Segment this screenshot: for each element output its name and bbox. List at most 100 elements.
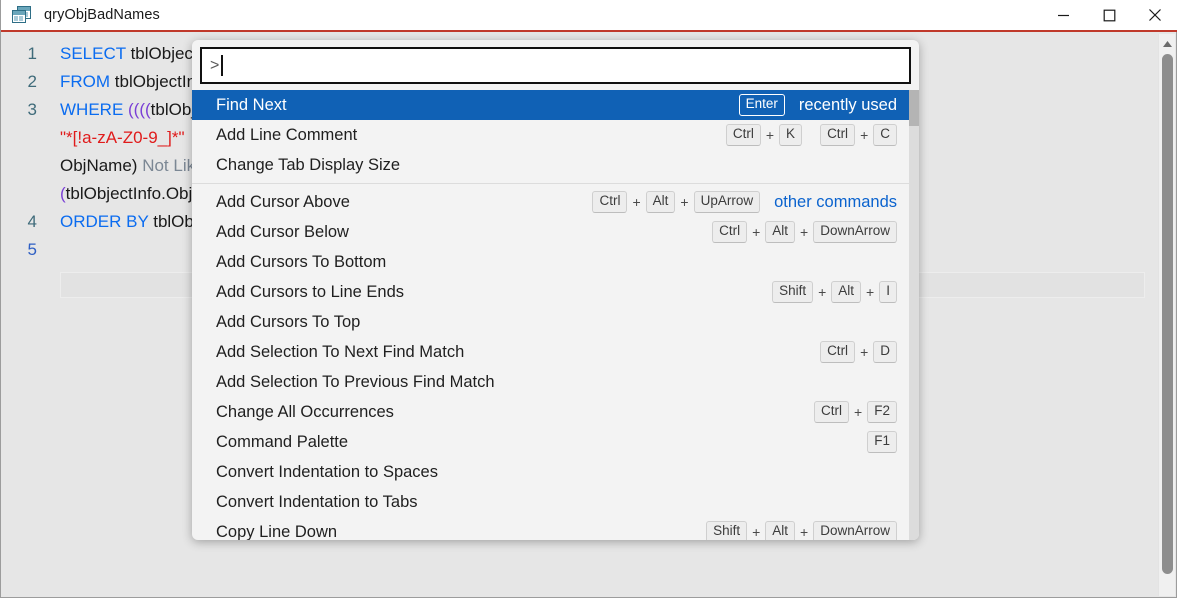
command-group-separator <box>192 183 919 184</box>
command-item[interactable]: Add Cursors to Line Ends Shift + Alt + I <box>192 277 919 307</box>
shortcut-plus: + <box>765 127 775 143</box>
code-token: ObjName) <box>60 156 143 175</box>
command-item-label: Command Palette <box>216 432 349 451</box>
line-number: 3 <box>27 100 37 119</box>
shortcut-plus: + <box>752 524 761 540</box>
command-item[interactable]: Add Selection To Next Find Match Ctrl + D <box>192 337 919 367</box>
command-list-scrollbar-track[interactable] <box>909 90 919 540</box>
code-token: "*[!a-zA-Z0-9_]*" <box>60 128 185 147</box>
command-item[interactable]: Change All Occurrences Ctrl + F2 <box>192 397 919 427</box>
code-token: FROM <box>60 72 115 91</box>
command-item[interactable]: Add Cursors To Bottom <box>192 247 919 277</box>
shortcut-key: D <box>873 341 897 363</box>
command-search-input[interactable]: > <box>200 47 911 84</box>
command-group-tag: recently used <box>798 95 897 114</box>
shortcut-plus: + <box>800 524 809 540</box>
command-item-label: Copy Line Down <box>216 522 338 541</box>
shortcut-plus: + <box>860 127 869 143</box>
command-shortcut: Ctrl + D <box>820 341 897 363</box>
command-item[interactable]: Change Tab Display Size <box>192 150 919 180</box>
code-token: (((( <box>128 100 151 119</box>
command-item[interactable]: Convert Indentation to Tabs <box>192 487 919 517</box>
shortcut-key: F1 <box>867 431 897 453</box>
command-item-label: Add Selection To Next Find Match <box>216 342 465 361</box>
editor-vertical-scrollbar[interactable] <box>1158 34 1175 596</box>
shortcut-key: Alt <box>831 281 862 303</box>
shortcut-key: Ctrl <box>814 401 850 423</box>
shortcut-plus: + <box>752 224 761 240</box>
shortcut-key: C <box>873 124 897 146</box>
command-item-label: Add Cursors To Bottom <box>216 252 387 271</box>
shortcut-key: Ctrl <box>712 221 748 243</box>
shortcut-key: Alt <box>765 221 796 243</box>
shortcut-key: Ctrl <box>725 124 761 146</box>
command-item-label: Find Next <box>216 95 287 114</box>
command-item-label: Change All Occurrences <box>216 402 394 421</box>
shortcut-key: Alt <box>645 191 676 213</box>
shortcut-plus: + <box>632 194 641 210</box>
command-shortcut: F1 <box>867 431 897 453</box>
command-item[interactable]: Convert Indentation to Spaces <box>192 457 919 487</box>
shortcut-key: Ctrl <box>592 191 628 213</box>
command-item[interactable]: Command Palette F1 <box>192 427 919 457</box>
shortcut-plus: + <box>854 404 863 420</box>
command-item-label: Convert Indentation to Tabs <box>216 492 418 511</box>
shortcut-key: I <box>879 281 897 303</box>
command-palette[interactable]: > Find Next Enter recently used Add Line Co… <box>192 40 919 540</box>
shortcut-key: K <box>779 124 803 146</box>
shortcut-key: Shift <box>772 281 814 303</box>
command-item[interactable]: Find Next Enter recently used <box>192 90 919 120</box>
shortcut-key: DownArrow <box>813 521 897 540</box>
line-number-blank <box>2 124 48 152</box>
window-title: qryObjBadNames <box>44 7 160 23</box>
maximize-button[interactable] <box>1086 0 1132 31</box>
command-list-scrollbar-thumb[interactable] <box>909 90 919 126</box>
title-bar: qryObjBadNames <box>1 0 1177 32</box>
line-number: 1 <box>27 44 37 63</box>
command-item[interactable]: Add Selection To Previous Find Match <box>192 367 919 397</box>
shortcut-key: Shift <box>706 521 748 540</box>
command-item-label: Convert Indentation to Spaces <box>216 462 438 481</box>
shortcut-plus: + <box>866 284 875 300</box>
shortcut-key: Alt <box>765 521 796 540</box>
shortcut-plus: + <box>818 284 827 300</box>
shortcut-key: Ctrl <box>820 341 856 363</box>
command-item[interactable]: Add Cursor Above Ctrl + Alt + UpArrow other co… <box>192 187 919 217</box>
shortcut-key: Enter <box>738 94 785 116</box>
command-item[interactable]: Add Cursors To Top <box>192 307 919 337</box>
shortcut-key: UpArrow <box>693 191 761 213</box>
shortcut-key: F2 <box>867 401 897 423</box>
minimize-button[interactable] <box>1040 0 1086 31</box>
shortcut-key: Ctrl <box>820 124 856 146</box>
command-item-label: Add Cursors To Top <box>216 312 361 331</box>
command-list[interactable]: Find Next Enter recently used Add Line Comm… <box>192 90 919 540</box>
command-item-label: Add Line Comment <box>216 125 358 144</box>
shortcut-plus: + <box>680 194 689 210</box>
editor-scrollbar-thumb[interactable] <box>1162 54 1173 574</box>
scroll-up-arrow-icon[interactable] <box>1159 35 1175 52</box>
command-shortcut: Enter <box>738 94 785 116</box>
command-item-label: Change Tab Display Size <box>216 155 401 174</box>
line-number: 4 <box>27 212 37 231</box>
command-item-label: Add Cursor Below <box>216 222 349 241</box>
line-number-blank <box>2 152 48 180</box>
command-item[interactable]: Add Cursor Below Ctrl + Alt + DownArrow <box>192 217 919 247</box>
application-window: qryObjBadNames 123 45 SELECT tblObjectIn… <box>0 0 1177 598</box>
command-item[interactable]: Add Line Comment Ctrl + K Ctrl + C <box>192 120 919 150</box>
command-list-scrollbar[interactable] <box>909 90 919 540</box>
line-number: 2 <box>27 72 37 91</box>
command-group-tag: other commands <box>774 192 897 211</box>
line-number: 5 <box>27 240 37 259</box>
line-number-gutter: 1 2 3 4 5 <box>2 40 48 264</box>
command-shortcut: Ctrl + Alt + UpArrow <box>592 191 761 213</box>
shortcut-plus: + <box>860 344 869 360</box>
shortcut-key: DownArrow <box>813 221 897 243</box>
line-number-blank <box>2 180 48 208</box>
command-item[interactable]: Copy Line Down Shift + Alt + DownArrow <box>192 517 919 540</box>
text-caret <box>221 55 223 76</box>
command-shortcut: Ctrl + F2 <box>814 401 897 423</box>
code-token: WHERE <box>60 100 128 119</box>
shortcut-plus: + <box>800 224 809 240</box>
close-button[interactable] <box>1132 0 1177 31</box>
prompt-chevron-icon: > <box>210 56 220 74</box>
